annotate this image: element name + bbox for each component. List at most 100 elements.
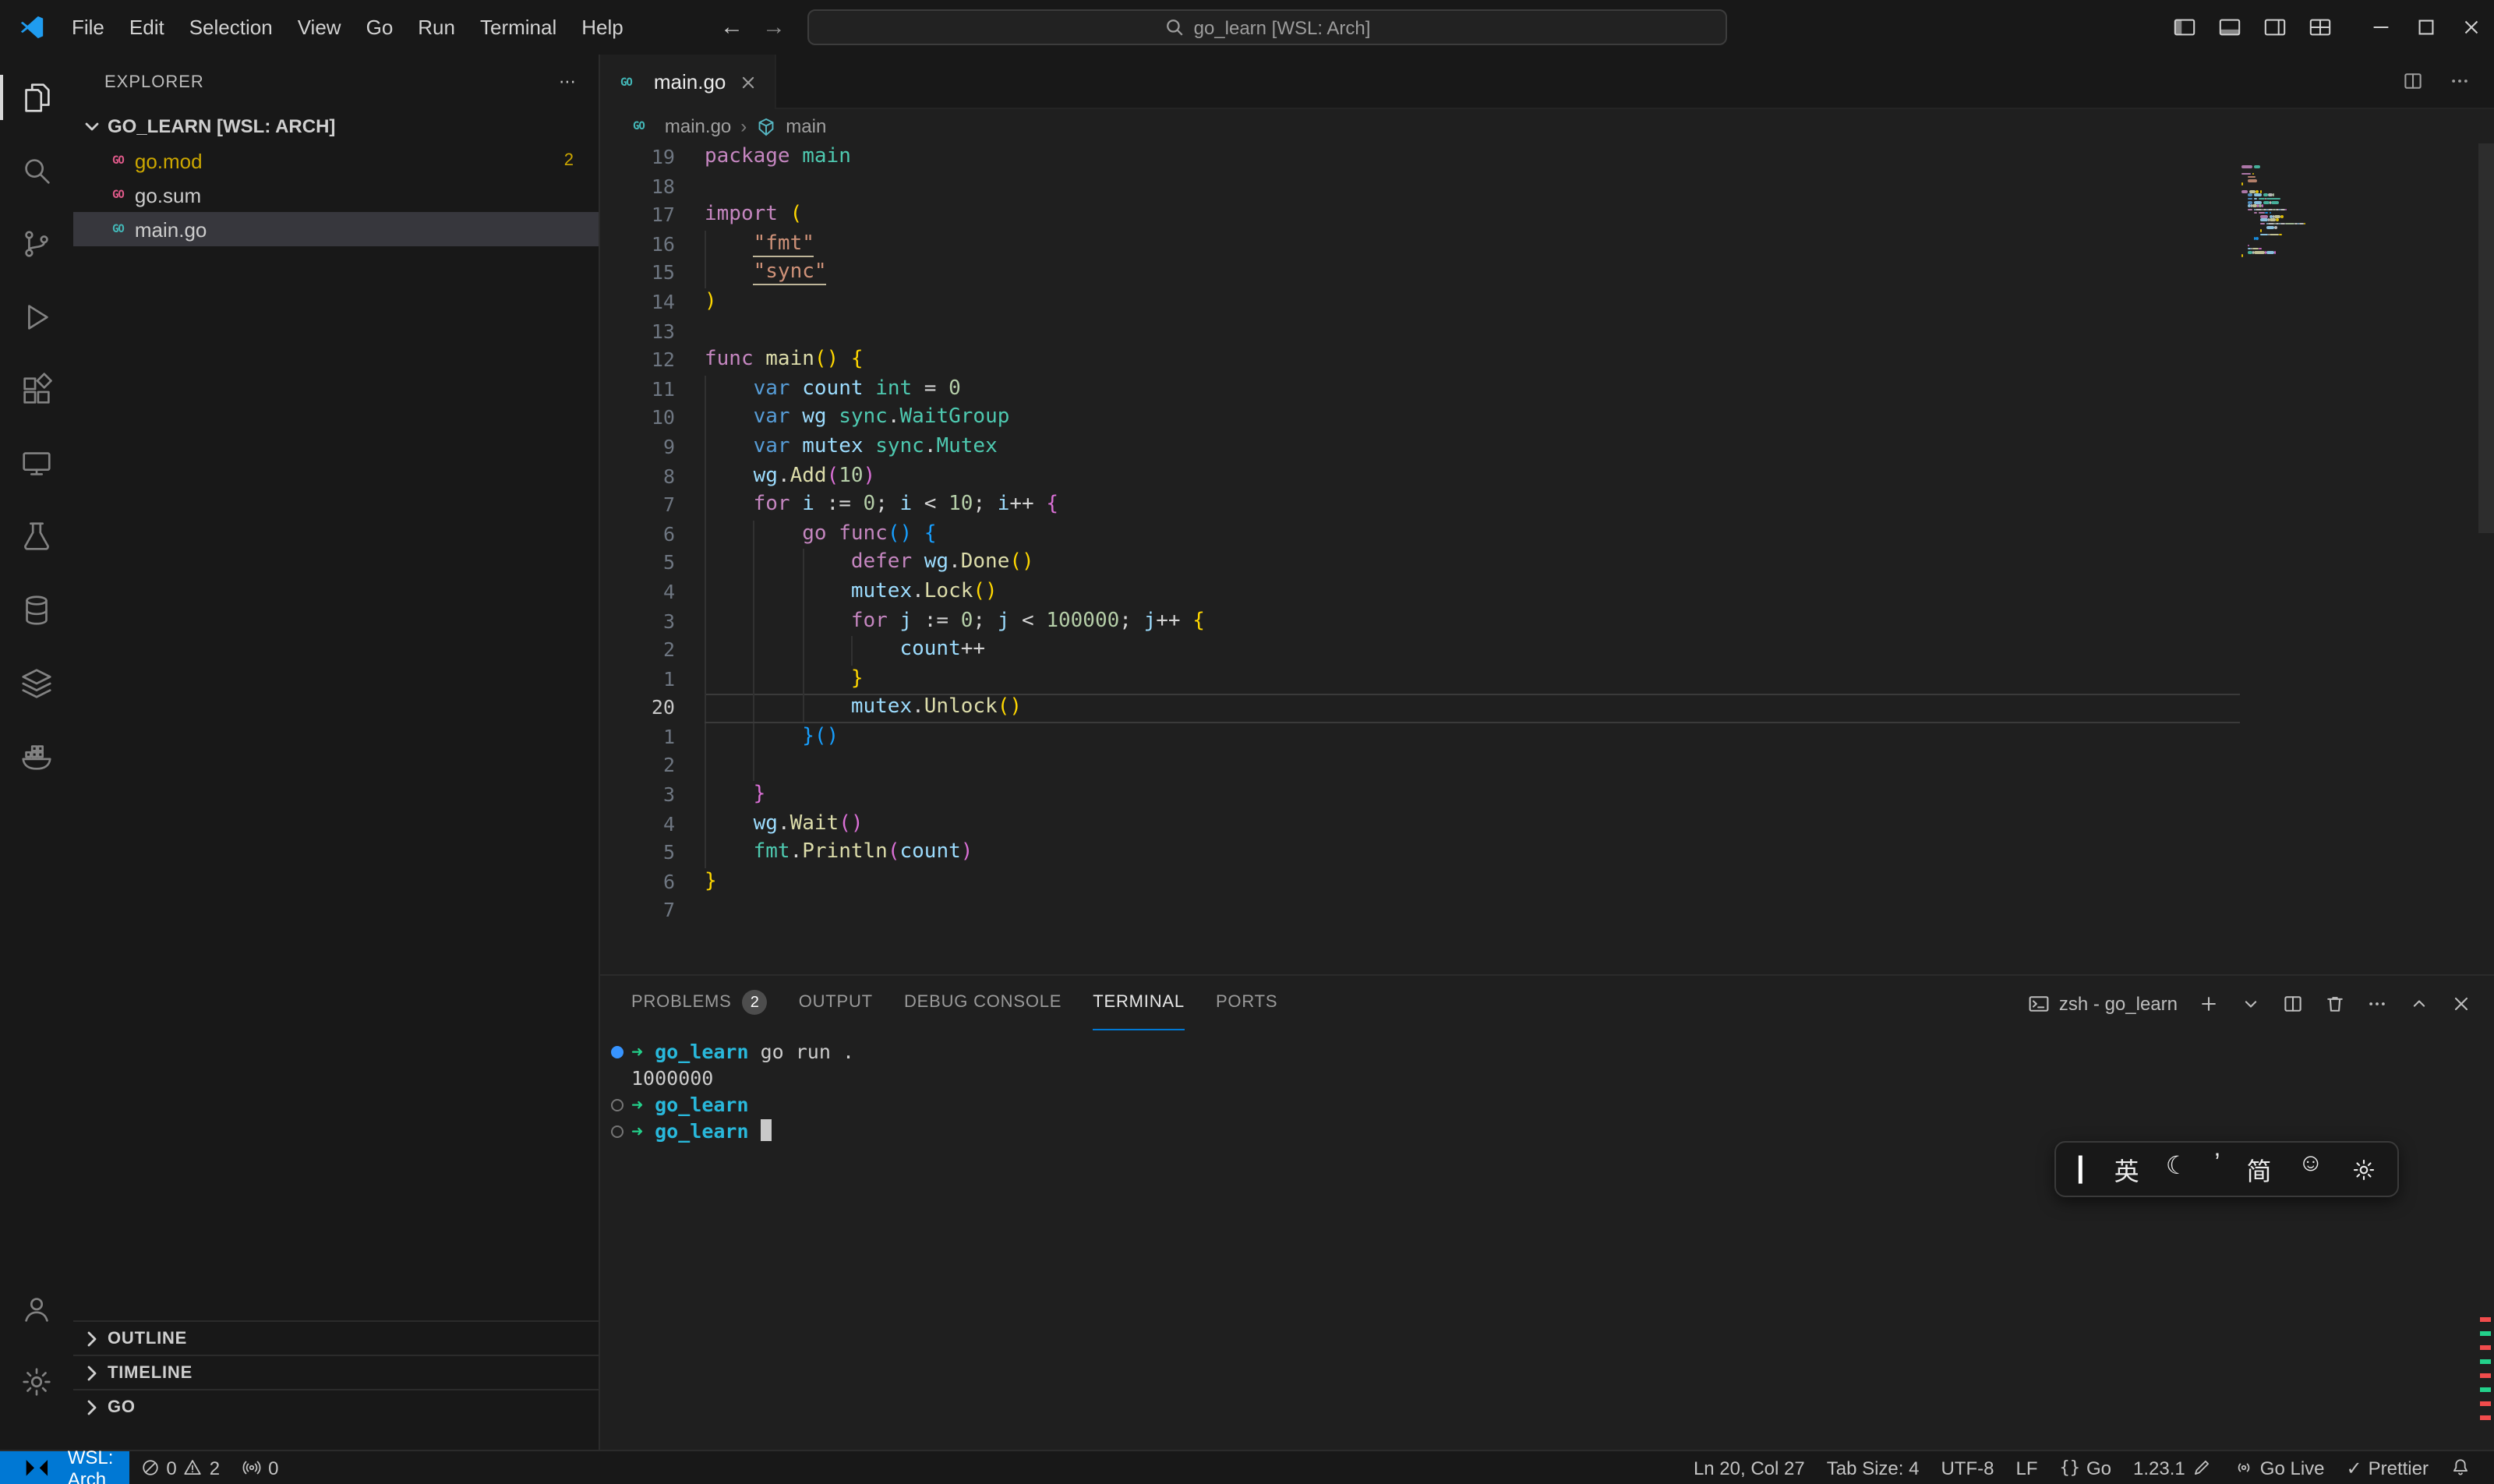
line-number[interactable]: 5 xyxy=(600,839,705,868)
problems-status[interactable]: 0 2 xyxy=(129,1450,231,1484)
panel-tab-terminal[interactable]: TERMINAL xyxy=(1093,976,1185,1030)
line-number[interactable]: 1 xyxy=(600,723,705,752)
editor-line[interactable]: 12func main() { xyxy=(600,346,2494,375)
minimize-button[interactable] xyxy=(2358,0,2404,55)
notifications-bell[interactable] xyxy=(2439,1450,2482,1484)
line-number[interactable]: 6 xyxy=(600,868,705,897)
editor-line[interactable]: 4 mutex.Lock() xyxy=(600,578,2494,607)
toggle-panel-icon[interactable] xyxy=(2207,0,2252,55)
file-item-main-go[interactable]: GOmain.go xyxy=(73,212,599,246)
section-timeline[interactable]: TIMELINE xyxy=(73,1355,599,1389)
editor-line[interactable]: 5 defer wg.Done() xyxy=(600,549,2494,578)
editor-line[interactable]: 7 xyxy=(600,897,2494,926)
breadcrumb[interactable]: GO main.go › main xyxy=(600,109,2494,143)
line-number[interactable]: 2 xyxy=(600,636,705,665)
activity-item-extensions[interactable] xyxy=(0,354,73,427)
terminal-line[interactable]: 1000000 xyxy=(600,1065,2494,1091)
editor-line[interactable]: 11 var count int = 0 xyxy=(600,376,2494,405)
maximize-panel-icon[interactable] xyxy=(2408,992,2430,1014)
customize-layout-icon[interactable] xyxy=(2298,0,2343,55)
menu-selection[interactable]: Selection xyxy=(177,0,285,55)
editor-line[interactable]: 3 } xyxy=(600,781,2494,810)
line-number[interactable]: 3 xyxy=(600,607,705,636)
panel-tab-output[interactable]: OUTPUT xyxy=(799,976,873,1030)
line-number[interactable]: 3 xyxy=(600,781,705,810)
editor-line[interactable]: 17import ( xyxy=(600,201,2494,230)
close-button[interactable] xyxy=(2449,0,2494,55)
editor-line[interactable]: 13 xyxy=(600,317,2494,346)
line-number[interactable]: 10 xyxy=(600,405,705,433)
editor-line[interactable]: 9 var mutex sync.Mutex xyxy=(600,433,2494,462)
command-center[interactable]: go_learn [WSL: Arch] xyxy=(807,9,1727,45)
section-go[interactable]: GO xyxy=(73,1389,599,1423)
explorer-root-folder[interactable]: GO_LEARN [WSL: ARCH] xyxy=(73,109,599,143)
activity-item-settings[interactable] xyxy=(0,1345,73,1419)
line-number[interactable]: 18 xyxy=(600,172,705,201)
terminal-dropdown-icon[interactable] xyxy=(2240,992,2262,1014)
editor-line[interactable]: 19package main xyxy=(600,143,2494,172)
line-number[interactable]: 7 xyxy=(600,897,705,926)
activity-item-source-control[interactable] xyxy=(0,207,73,281)
activity-item-accounts[interactable] xyxy=(0,1272,73,1345)
line-number[interactable]: 15 xyxy=(600,260,705,288)
editor-line[interactable]: 20 mutex.Unlock() xyxy=(600,694,2494,723)
terminal[interactable]: ➜ go_learn go run .1000000➜ go_learn➜ go… xyxy=(600,1030,2494,1450)
language-mode[interactable]: {}Go xyxy=(2049,1450,2123,1484)
editor-line[interactable]: 2 count++ xyxy=(600,636,2494,665)
editor-line[interactable]: 14) xyxy=(600,288,2494,317)
editor-line[interactable]: 5 fmt.Println(count) xyxy=(600,839,2494,868)
ime-item-0[interactable]: 英 xyxy=(2114,1150,2139,1188)
ports-status[interactable]: 0 xyxy=(231,1450,289,1484)
line-number[interactable]: 7 xyxy=(600,491,705,520)
editor-more-actions-icon[interactable] xyxy=(2449,70,2471,92)
file-item-go-sum[interactable]: GOgo.sum xyxy=(73,178,599,212)
new-terminal-icon[interactable] xyxy=(2198,992,2220,1014)
editor-line[interactable]: 8 wg.Add(10) xyxy=(600,462,2494,491)
editor-line[interactable]: 3 for j := 0; j < 100000; j++ { xyxy=(600,607,2494,636)
ime-item-4[interactable]: ☺ xyxy=(2298,1150,2324,1188)
activity-item-layers[interactable] xyxy=(0,647,73,720)
line-number[interactable]: 6 xyxy=(600,520,705,549)
menu-view[interactable]: View xyxy=(285,0,354,55)
tab-close-icon[interactable] xyxy=(737,71,758,93)
line-number[interactable]: 11 xyxy=(600,376,705,405)
editor-line[interactable]: 1 } xyxy=(600,665,2494,694)
terminal-line[interactable]: ➜ go_learn xyxy=(600,1091,2494,1118)
encoding-status[interactable]: UTF-8 xyxy=(1930,1450,2005,1484)
editor-line[interactable]: 15 "sync" xyxy=(600,260,2494,288)
terminal-instance[interactable]: zsh - go_learn xyxy=(2028,992,2178,1014)
menu-run[interactable]: Run xyxy=(405,0,468,55)
line-number[interactable]: 13 xyxy=(600,317,705,346)
breadcrumb-symbol[interactable]: main xyxy=(786,115,826,137)
activity-item-remote-explorer[interactable] xyxy=(0,427,73,500)
remote-indicator[interactable]: WSL: Arch xyxy=(0,1451,129,1484)
line-number[interactable]: 9 xyxy=(600,433,705,462)
go-live[interactable]: Go Live xyxy=(2223,1450,2336,1484)
line-number[interactable]: 20 xyxy=(600,694,705,723)
breadcrumb-file[interactable]: main.go xyxy=(665,115,731,137)
split-terminal-icon[interactable] xyxy=(2282,992,2304,1014)
editor-line[interactable]: 16 "fmt" xyxy=(600,231,2494,260)
line-number[interactable]: 8 xyxy=(600,462,705,491)
toggle-secondary-sidebar-icon[interactable] xyxy=(2252,0,2298,55)
back-arrow-icon[interactable]: ← xyxy=(720,14,744,41)
line-number[interactable]: 19 xyxy=(600,143,705,172)
line-number[interactable]: 1 xyxy=(600,665,705,694)
activity-item-run-debug[interactable] xyxy=(0,281,73,354)
code-editor[interactable]: 19package main1817import (16 "fmt"15 "sy… xyxy=(600,143,2494,974)
file-item-go-mod[interactable]: GOgo.mod2 xyxy=(73,143,599,178)
activity-item-docker[interactable] xyxy=(0,720,73,793)
terminal-line[interactable]: ➜ go_learn xyxy=(600,1118,2494,1144)
prettier-status[interactable]: ✓Prettier xyxy=(2336,1450,2440,1484)
split-editor-icon[interactable] xyxy=(2402,70,2424,92)
editor-line[interactable]: 6} xyxy=(600,868,2494,897)
activity-item-search[interactable] xyxy=(0,134,73,207)
maximize-button[interactable] xyxy=(2404,0,2449,55)
menu-go[interactable]: Go xyxy=(354,0,406,55)
editor-line[interactable]: 6 go func() { xyxy=(600,520,2494,549)
section-outline[interactable]: OUTLINE xyxy=(73,1320,599,1355)
editor-line[interactable]: 4 wg.Wait() xyxy=(600,810,2494,839)
menu-file[interactable]: File xyxy=(59,0,117,55)
editor-line[interactable]: 2 xyxy=(600,752,2494,781)
line-number[interactable]: 12 xyxy=(600,346,705,375)
